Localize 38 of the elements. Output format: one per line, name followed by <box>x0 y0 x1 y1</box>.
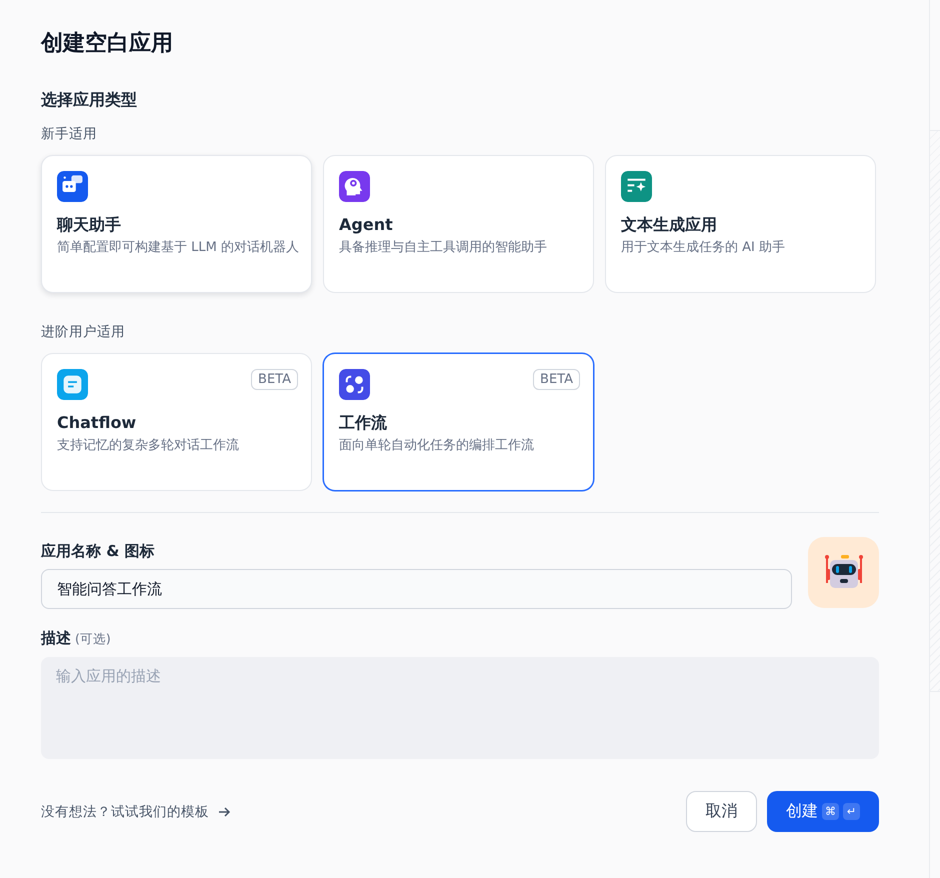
card-title: 工作流 <box>339 412 388 434</box>
beta-badge: BETA <box>251 369 298 390</box>
group-label: 新手适用 <box>41 125 98 143</box>
card-description: 支持记忆的复杂多轮对话工作流 <box>57 437 240 455</box>
section-title: 选择应用类型 <box>41 90 138 111</box>
app-type-card[interactable]: BETA Chatflow 支持记忆的复杂多轮对话工作流 <box>41 353 312 491</box>
card-title: 文本生成应用 <box>621 214 718 236</box>
chatflow-icon <box>57 369 88 400</box>
card-title: Chatflow <box>57 412 138 434</box>
shortcut-key: ⌘ <box>822 803 839 820</box>
shortcut-key: ↵ <box>843 803 860 820</box>
app-type-card[interactable]: BETA 工作流 面向单轮自动化任务的编排工作流 <box>323 353 594 491</box>
name-label: 应用名称 & 图标 <box>41 542 156 561</box>
optional-hint: (可选) <box>75 631 111 646</box>
app-type-card[interactable]: Agent 具备推理与自主工具调用的智能助手 <box>323 155 594 293</box>
text-icon <box>621 171 652 202</box>
card-description: 简单配置即可构建基于 LLM 的对话机器人 <box>57 239 300 257</box>
card-title: Agent <box>339 214 394 236</box>
dialog-title: 创建空白应用 <box>41 30 174 58</box>
app-type-card[interactable]: 聊天助手 简单配置即可构建基于 LLM 的对话机器人 <box>41 155 312 293</box>
card-description: 具备推理与自主工具调用的智能助手 <box>339 239 548 257</box>
workflow-icon <box>339 369 370 400</box>
beta-badge: BETA <box>533 369 580 390</box>
card-description: 面向单轮自动化任务的编排工作流 <box>339 437 535 455</box>
description-field[interactable]: 输入应用的描述 <box>41 657 879 759</box>
app-type-card[interactable]: 文本生成应用 用于文本生成任务的 AI 助手 <box>605 155 876 293</box>
cancel-button[interactable]: 取消 <box>686 791 757 832</box>
description-label: 描述 <box>41 629 71 647</box>
create-button[interactable]: 创建 ⌘ ↵ <box>767 791 879 832</box>
name-field[interactable]: 智能问答工作流 <box>41 569 792 609</box>
chat-icon <box>57 171 88 202</box>
template-link[interactable]: 没有想法？试试我们的模板 <box>41 802 231 820</box>
card-title: 聊天助手 <box>57 214 122 236</box>
arrow-right-icon <box>217 804 231 818</box>
card-description: 用于文本生成任务的 AI 助手 <box>621 239 786 257</box>
group-label: 进阶用户适用 <box>41 323 126 341</box>
robot-avatar-icon[interactable] <box>808 537 879 608</box>
agent-icon <box>339 171 370 202</box>
